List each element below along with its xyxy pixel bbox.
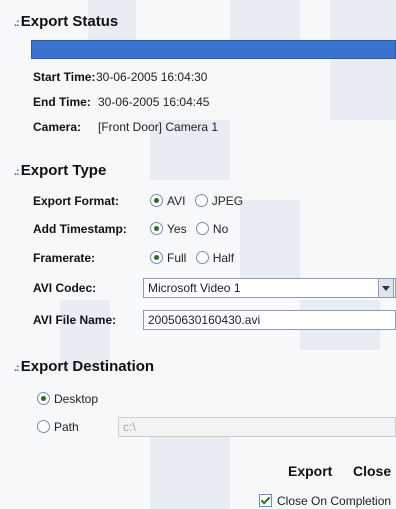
camera-label: Camera: <box>33 120 82 134</box>
export-status-title: Export Status <box>20 13 119 30</box>
timestamp-yes-option[interactable]: Yes <box>150 222 187 236</box>
format-avi-label: AVI <box>167 194 186 208</box>
radio-unselected-icon[interactable] <box>195 222 209 235</box>
add-timestamp-label: Add Timestamp: <box>33 222 127 236</box>
bg-tile <box>330 0 396 120</box>
desktop-option[interactable]: Desktop <box>37 392 98 406</box>
avi-file-name-input[interactable]: 20050630160430.avi <box>143 310 396 330</box>
avi-codec-select[interactable]: Microsoft Video 1 <box>143 278 396 298</box>
bg-tile <box>240 200 300 280</box>
radio-selected-icon[interactable] <box>150 222 163 235</box>
export-type-heading: .: Export Type <box>14 162 106 179</box>
format-jpeg-label: JPEG <box>211 194 244 208</box>
desktop-label: Desktop <box>54 392 99 406</box>
timestamp-no-option[interactable]: No <box>195 222 229 236</box>
avi-codec-value: Microsoft Video 1 <box>148 281 241 295</box>
start-time-label: Start Time: <box>33 70 96 84</box>
camera-value: [Front Door] Camera 1 <box>98 120 219 134</box>
end-time-value: 30-06-2005 16:04:45 <box>98 95 210 109</box>
timestamp-no-label: No <box>212 222 229 236</box>
avi-file-name-label: AVI File Name: <box>33 313 117 327</box>
framerate-full-option[interactable]: Full <box>150 251 186 265</box>
framerate-label: Framerate: <box>33 251 96 265</box>
close-on-completion-label: Close On Completion <box>277 494 392 508</box>
chevron-down-icon[interactable] <box>378 279 394 297</box>
export-destination-heading: .: Export Destination <box>14 358 154 375</box>
radio-selected-icon[interactable] <box>150 194 163 207</box>
export-format-options: AVI JPEG <box>150 194 249 208</box>
path-input[interactable]: c:\ <box>118 417 396 437</box>
export-destination-title: Export Destination <box>20 358 155 375</box>
radio-unselected-icon[interactable] <box>37 420 50 433</box>
section-dots-icon: .: <box>14 166 20 178</box>
export-progress-fill <box>32 41 395 58</box>
path-option[interactable]: Path <box>37 420 79 434</box>
radio-selected-icon[interactable] <box>150 251 163 264</box>
timestamp-yes-label: Yes <box>167 222 187 236</box>
framerate-options: Full Half <box>150 251 240 265</box>
path-value: c:\ <box>123 420 136 434</box>
path-label: Path <box>54 420 79 434</box>
format-jpeg-option[interactable]: JPEG <box>194 194 244 208</box>
export-status-heading: .: Export Status <box>14 13 118 30</box>
radio-selected-icon[interactable] <box>37 392 50 405</box>
checkbox-checked-icon[interactable] <box>259 494 272 507</box>
radio-unselected-icon[interactable] <box>194 194 208 207</box>
export-type-title: Export Type <box>20 162 107 179</box>
export-progress-bar <box>31 40 396 59</box>
export-format-label: Export Format: <box>33 194 120 208</box>
avi-codec-label: AVI Codec: <box>33 281 97 295</box>
close-on-completion-option[interactable]: Close On Completion <box>259 494 391 508</box>
avi-file-name-value: 20050630160430.avi <box>148 313 261 327</box>
start-time-value: 30-06-2005 16:04:30 <box>96 70 208 84</box>
end-time-label: End Time: <box>33 95 91 109</box>
framerate-full-label: Full <box>167 251 187 265</box>
bg-tile <box>150 430 230 509</box>
section-dots-icon: .: <box>14 362 20 374</box>
radio-unselected-icon[interactable] <box>195 251 209 264</box>
close-button[interactable]: Close <box>353 463 391 479</box>
framerate-half-option[interactable]: Half <box>195 251 235 265</box>
export-button[interactable]: Export <box>288 463 332 479</box>
format-avi-option[interactable]: AVI <box>150 194 185 208</box>
section-dots-icon: .: <box>14 17 20 29</box>
framerate-half-label: Half <box>212 251 235 265</box>
add-timestamp-options: Yes No <box>150 222 234 236</box>
